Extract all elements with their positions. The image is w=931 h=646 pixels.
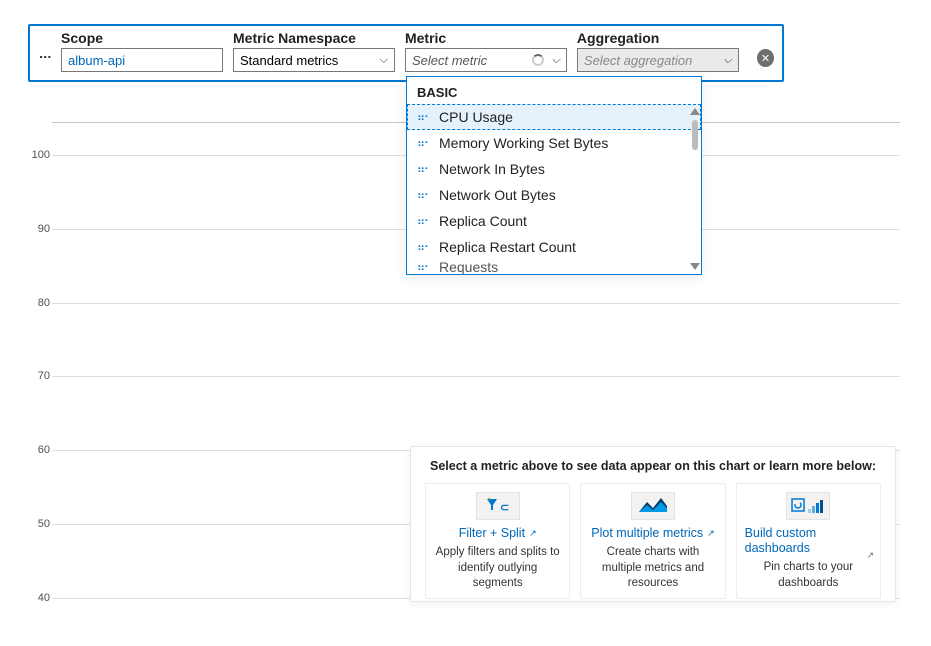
y-tick-label: 100	[30, 149, 50, 161]
card-link[interactable]: Build custom dashboards	[745, 526, 872, 556]
namespace-select[interactable]: Standard metrics ⌵	[233, 48, 395, 72]
hint-cards: ⊂ Filter + Split ↗ Apply filters and spl…	[425, 483, 881, 599]
card-link[interactable]: Filter + Split ↗	[459, 526, 537, 541]
metric-option[interactable]: ⠶⠂ Memory Working Set Bytes	[407, 130, 701, 156]
scroll-down-icon[interactable]	[690, 263, 700, 270]
y-tick-label: 70	[30, 370, 50, 382]
scrollbar[interactable]	[691, 110, 699, 268]
aggregation-placeholder: Select aggregation	[584, 53, 692, 68]
spinner-icon	[532, 54, 544, 66]
hint-panel: Select a metric above to see data appear…	[410, 446, 896, 602]
close-icon[interactable]: ✕	[757, 49, 774, 67]
scroll-thumb[interactable]	[692, 120, 698, 150]
external-link-icon: ↗	[707, 528, 715, 539]
y-tick-label: 60	[30, 444, 50, 456]
y-tick-label: 50	[30, 518, 50, 530]
namespace-value: Standard metrics	[240, 53, 338, 68]
dashboard-icon	[786, 492, 830, 520]
external-link-icon: ↗	[866, 550, 874, 561]
filter-icon: ⊂	[476, 492, 520, 520]
hint-title: Select a metric above to see data appear…	[425, 459, 881, 473]
external-link-icon: ↗	[529, 528, 537, 539]
metric-option[interactable]: ⠶⠂ Requests	[407, 260, 701, 274]
aggregation-label: Aggregation	[577, 30, 739, 46]
chart-icon	[631, 492, 675, 520]
scope-label: Scope	[61, 30, 223, 46]
scroll-up-icon[interactable]	[690, 108, 700, 115]
metric-dropdown: BASIC ⠶⠂ CPU Usage ⠶⠂ Memory Working Set By…	[406, 76, 702, 275]
metric-option-label: Replica Restart Count	[439, 239, 576, 255]
scope-field: Scope album-api	[61, 30, 223, 72]
metric-icon: ⠶⠂	[417, 215, 431, 228]
metric-select[interactable]: Select metric ⌵	[405, 48, 567, 72]
y-tick-label: 80	[30, 297, 50, 309]
metric-config-bar: ⠒⠂ Scope album-api Metric Namespace Stan…	[28, 24, 784, 82]
metric-option-label: Memory Working Set Bytes	[439, 135, 608, 151]
metric-icon: ⠶⠂	[417, 261, 431, 274]
card-desc: Create charts with multiple metrics and …	[589, 545, 716, 592]
card-link[interactable]: Plot multiple metrics ↗	[591, 526, 714, 541]
chevron-down-icon: ⌵	[724, 54, 732, 67]
metric-icon: ⠶⠂	[417, 137, 431, 150]
namespace-label: Metric Namespace	[233, 30, 395, 46]
card-desc: Apply filters and splits to identify out…	[434, 545, 561, 592]
metric-option[interactable]: ⠶⠂ Replica Restart Count	[407, 234, 701, 260]
card-desc: Pin charts to your dashboards	[745, 560, 872, 591]
metric-option-label: CPU Usage	[439, 109, 513, 125]
card-filter-split[interactable]: ⊂ Filter + Split ↗ Apply filters and spl…	[425, 483, 570, 599]
metric-option-label: Requests	[439, 260, 498, 274]
aggregation-select[interactable]: Select aggregation ⌵	[577, 48, 739, 72]
metric-field: Metric Select metric ⌵	[405, 30, 567, 72]
metric-option[interactable]: ⠶⠂ Network Out Bytes	[407, 182, 701, 208]
metric-placeholder: Select metric	[412, 53, 487, 68]
namespace-field: Metric Namespace Standard metrics ⌵	[233, 30, 395, 72]
gridline	[52, 376, 900, 377]
metric-option[interactable]: ⠶⠂ Replica Count	[407, 208, 701, 234]
svg-text:⊂: ⊂	[500, 502, 509, 514]
scope-select[interactable]: album-api	[61, 48, 223, 72]
metric-icon: ⠶⠂	[417, 189, 431, 202]
scope-value: album-api	[68, 53, 125, 68]
chevron-down-icon: ⌵	[552, 54, 560, 67]
chevron-down-icon: ⌵	[380, 54, 388, 67]
metric-icon: ⠶⠂	[417, 111, 431, 124]
metric-option-label: Replica Count	[439, 213, 527, 229]
dropdown-section-header: BASIC	[407, 77, 701, 104]
metric-icon: ⠶⠂	[417, 163, 431, 176]
scatter-icon: ⠒⠂	[38, 50, 57, 67]
metric-option[interactable]: ⠶⠂ CPU Usage	[407, 104, 701, 130]
y-tick-label: 90	[30, 223, 50, 235]
metric-option-label: Network Out Bytes	[439, 187, 556, 203]
metric-label: Metric	[405, 30, 567, 46]
y-tick-label: 40	[30, 592, 50, 604]
metric-option[interactable]: ⠶⠂ Network In Bytes	[407, 156, 701, 182]
card-plot-multiple[interactable]: Plot multiple metrics ↗ Create charts wi…	[580, 483, 725, 599]
metric-icon: ⠶⠂	[417, 241, 431, 254]
gridline	[52, 303, 900, 304]
card-build-dashboards[interactable]: Build custom dashboards ↗ Pin charts to …	[736, 483, 881, 599]
aggregation-field: Aggregation Select aggregation ⌵	[577, 30, 739, 72]
dropdown-list: ⠶⠂ CPU Usage ⠶⠂ Memory Working Set Bytes ⠶⠂ N…	[407, 104, 701, 274]
metric-option-label: Network In Bytes	[439, 161, 545, 177]
